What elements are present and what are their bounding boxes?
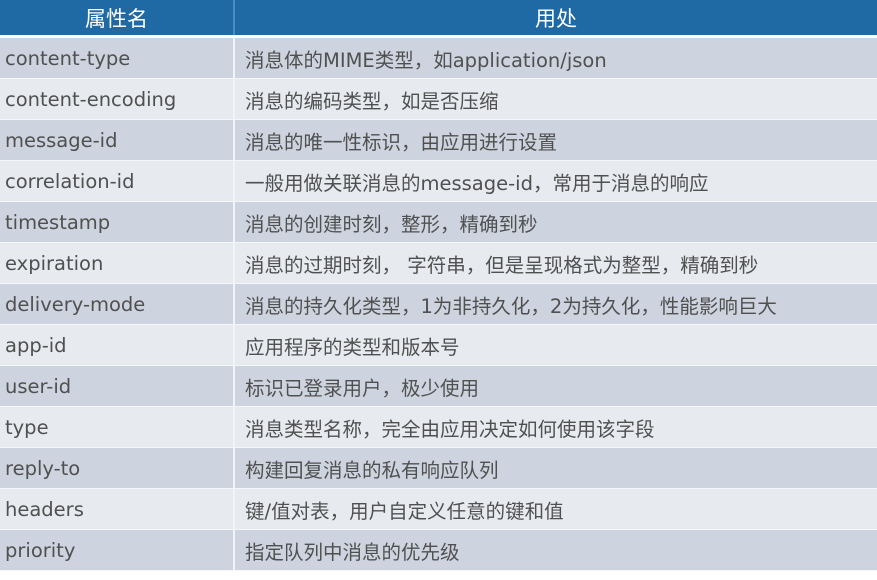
table-row: delivery-mode 消息的持久化类型，1为非持久化，2为持久化，性能影响… [0,284,877,325]
property-usage-cell: 标识已登录用户，极少使用 [245,376,480,400]
property-name-cell: type [0,407,235,447]
table-row: content-encoding 消息的编码类型，如是否压缩 [0,79,877,120]
table-row: headers 键/值对表，用户自定义任意的键和值 [0,489,877,530]
property-name-cell: content-encoding [0,79,235,119]
property-name-cell: headers [0,489,235,529]
property-name-cell: app-id [0,325,235,365]
property-name-cell: message-id [0,120,235,160]
header-cell-usage: 用处 [535,6,577,31]
property-usage-cell: 应用程序的类型和版本号 [245,335,460,359]
property-usage-cell: 一般用做关联消息的message-id，常用于消息的响应 [245,171,709,195]
table-row: expiration 消息的过期时刻， 字符串，但是呈现格式为整型，精确到秒 [0,243,877,284]
property-usage-cell: 消息的创建时刻，整形，精确到秒 [245,212,538,236]
property-name-cell: timestamp [0,202,235,242]
table-row: user-id 标识已登录用户，极少使用 [0,366,877,407]
table-body: content-type 消息体的MIME类型，如application/jso… [0,38,877,571]
table-header: 属性名 用处 [0,0,877,38]
property-name-cell: priority [0,530,235,570]
property-name-cell: content-type [0,38,235,78]
property-name-cell: user-id [0,366,235,406]
property-usage-cell: 消息类型名称，完全由应用决定如何使用该字段 [245,417,655,441]
property-name-cell: correlation-id [0,161,235,201]
table-row: message-id 消息的唯一性标识，由应用进行设置 [0,120,877,161]
property-usage-cell: 消息的持久化类型，1为非持久化，2为持久化，性能影响巨大 [245,294,777,318]
table-row: timestamp 消息的创建时刻，整形，精确到秒 [0,202,877,243]
table-row: reply-to 构建回复消息的私有响应队列 [0,448,877,489]
property-usage-cell: 构建回复消息的私有响应队列 [245,458,499,482]
property-name-cell: delivery-mode [0,284,235,324]
property-name-cell: reply-to [0,448,235,488]
property-usage-cell: 指定队列中消息的优先级 [245,540,460,564]
property-usage-cell: 消息体的MIME类型，如application/json [245,48,607,72]
message-properties-table: 属性名 用处 content-type 消息体的MIME类型，如applicat… [0,0,877,571]
property-usage-cell: 键/值对表，用户自定义任意的键和值 [245,499,564,523]
property-name-cell: expiration [0,243,235,283]
property-usage-cell: 消息的编码类型，如是否压缩 [245,89,499,113]
property-usage-cell: 消息的过期时刻， 字符串，但是呈现格式为整型，精确到秒 [245,253,759,277]
table-row: type 消息类型名称，完全由应用决定如何使用该字段 [0,407,877,448]
table-row: content-type 消息体的MIME类型，如application/jso… [0,38,877,79]
table-row: correlation-id 一般用做关联消息的message-id，常用于消息… [0,161,877,202]
header-cell-name: 属性名 [0,0,235,35]
property-usage-cell: 消息的唯一性标识，由应用进行设置 [245,130,558,154]
table-row: priority 指定队列中消息的优先级 [0,530,877,571]
table-row: app-id 应用程序的类型和版本号 [0,325,877,366]
